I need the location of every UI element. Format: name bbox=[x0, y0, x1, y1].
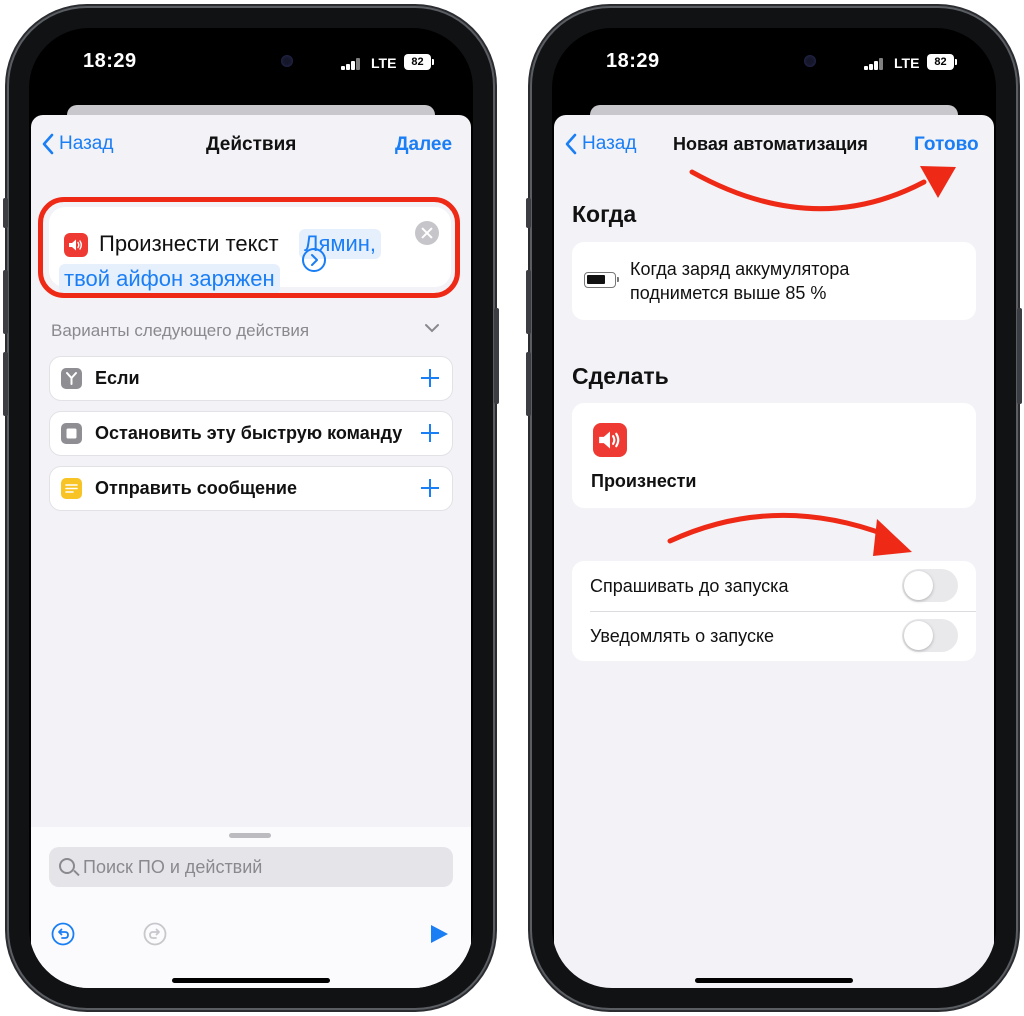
sheet-grabber[interactable] bbox=[229, 833, 271, 838]
plus-icon[interactable] bbox=[417, 420, 443, 446]
arrow-head-icon bbox=[873, 519, 912, 556]
home-indicator[interactable] bbox=[695, 978, 853, 983]
note-icon bbox=[61, 478, 82, 499]
side-button bbox=[1017, 308, 1022, 404]
arrow-to-toggles-icon bbox=[667, 512, 889, 544]
camera-icon bbox=[804, 55, 816, 67]
arrow-to-done-icon bbox=[689, 169, 927, 212]
redo-icon[interactable] bbox=[143, 922, 167, 946]
notify-on-run-label: Уведомлять о запуске bbox=[590, 626, 775, 646]
undo-icon[interactable] bbox=[51, 922, 75, 946]
suggestion-label: Остановить эту быструю команду bbox=[95, 423, 403, 443]
battery-icon: 82 bbox=[927, 54, 957, 70]
bottom-panel: Поиск ПО и действий bbox=[31, 827, 471, 988]
status-time: 18:29 bbox=[606, 50, 660, 72]
page-title: Действия bbox=[206, 134, 297, 155]
search-field[interactable]: Поиск ПО и действий bbox=[49, 847, 453, 887]
action-button bbox=[3, 198, 8, 228]
phone-right: 18:29 LTE 82 Назад Новая автоматизация Г… bbox=[526, 8, 1022, 1008]
volume-up-button bbox=[3, 270, 8, 334]
status-bar: 18:29 LTE 82 bbox=[552, 28, 996, 98]
suggestion-label: Если bbox=[95, 368, 140, 388]
actions-sheet: Назад Действия Далее Произнести текст Ля… bbox=[31, 115, 471, 988]
plus-icon[interactable] bbox=[417, 475, 443, 501]
suggestion-stop[interactable]: Остановить эту быструю команду bbox=[49, 411, 453, 456]
screen: 18:29 LTE 82 Назад Новая автоматизация Г… bbox=[552, 28, 996, 988]
nav-bar: Назад Действия Далее bbox=[31, 115, 471, 175]
action-button bbox=[526, 198, 531, 228]
screen: 18:29 LTE 82 Назад Действия Далее Произн… bbox=[29, 28, 473, 988]
volume-up-button bbox=[526, 270, 531, 334]
dynamic-island bbox=[191, 43, 311, 79]
suggestions-title: Варианты следующего действия bbox=[51, 321, 310, 340]
highlight-frame bbox=[38, 197, 460, 298]
suggestion-send-message[interactable]: Отправить сообщение bbox=[49, 466, 453, 511]
suggestion-label: Отправить сообщение bbox=[95, 478, 297, 498]
play-icon[interactable] bbox=[427, 922, 451, 946]
status-bar: 18:29 LTE 82 bbox=[29, 28, 473, 98]
network-type: LTE bbox=[894, 55, 920, 71]
automation-sheet: Назад Новая автоматизация Готово Когда К… bbox=[554, 115, 994, 988]
volume-down-button bbox=[526, 352, 531, 416]
camera-icon bbox=[281, 55, 293, 67]
next-button[interactable]: Далее bbox=[395, 134, 452, 156]
chevron-down-icon[interactable] bbox=[425, 321, 439, 335]
search-icon bbox=[59, 858, 75, 874]
back-label: Назад bbox=[59, 133, 114, 154]
network-type: LTE bbox=[371, 55, 397, 71]
battery-icon: 82 bbox=[404, 54, 434, 70]
side-button bbox=[494, 308, 499, 404]
search-placeholder: Поиск ПО и действий bbox=[83, 857, 263, 877]
status-time: 18:29 bbox=[83, 50, 137, 72]
branch-icon bbox=[61, 368, 82, 389]
dynamic-island bbox=[714, 43, 834, 79]
stop-icon bbox=[61, 423, 82, 444]
plus-icon[interactable] bbox=[417, 365, 443, 391]
annotation-arrows bbox=[667, 166, 956, 556]
signal-icon bbox=[864, 58, 884, 70]
volume-down-button bbox=[3, 352, 8, 416]
suggestion-if[interactable]: Если bbox=[49, 356, 453, 401]
divider bbox=[590, 611, 976, 612]
chevron-left-icon bbox=[42, 133, 54, 155]
notify-on-run-toggle[interactable] bbox=[902, 619, 958, 652]
signal-icon bbox=[341, 58, 361, 70]
home-indicator[interactable] bbox=[172, 978, 330, 983]
phone-left: 18:29 LTE 82 Назад Действия Далее Произн… bbox=[3, 8, 499, 1008]
back-button[interactable]: Назад bbox=[41, 133, 113, 155]
